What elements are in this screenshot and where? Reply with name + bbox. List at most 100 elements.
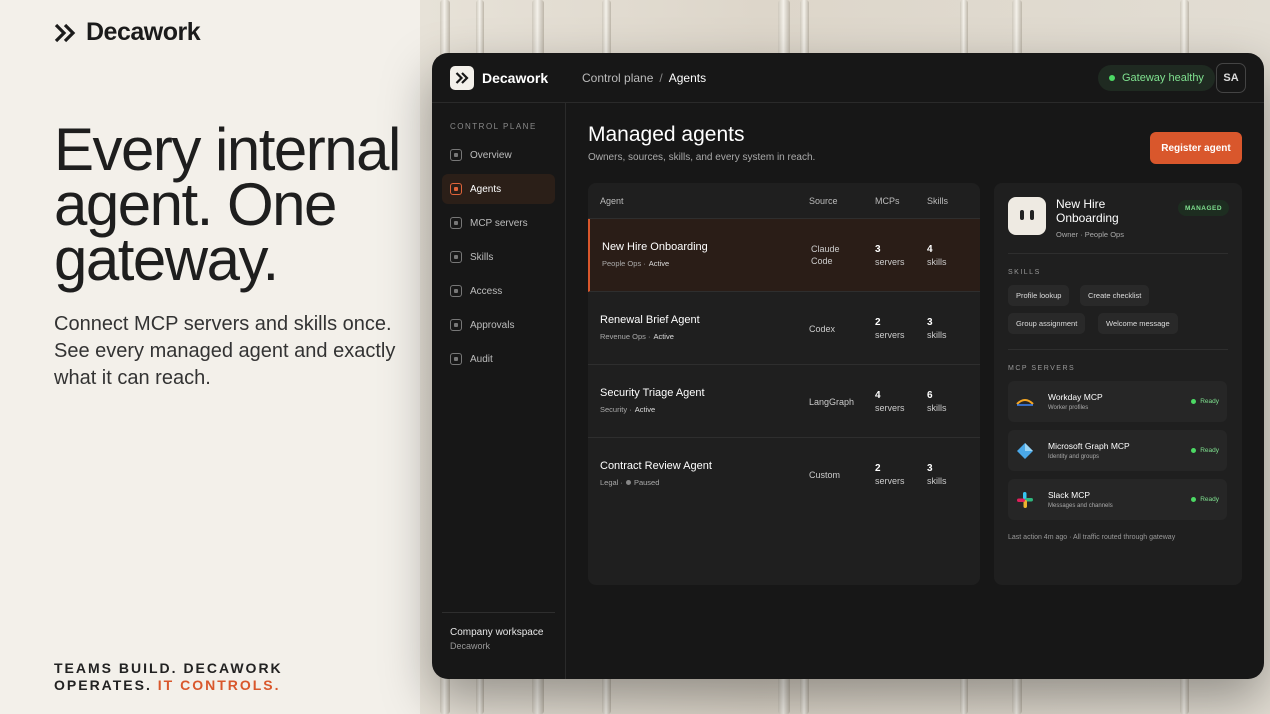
mcp-server-desc: Messages and channels [1048,503,1113,509]
detail-footer: Last action 4m ago · All traffic routed … [1008,534,1176,541]
agent-meta: People Ops · Active [602,259,669,268]
mcp-status-label: Ready [1200,398,1219,405]
status-dot-icon [1191,497,1197,502]
workspace-switcher[interactable]: Company workspace Decawork [442,612,555,651]
breadcrumb-root[interactable]: Control plane [582,71,653,85]
mcp-server-desc: Identity and groups [1048,454,1100,460]
sidebar-item-label: Overview [470,149,512,161]
managed-badge: MANAGED [1178,200,1230,216]
agent-team: Legal · [600,478,623,487]
agent-meta: Legal · Paused [600,478,659,487]
avatar-eye-icon [1030,210,1034,220]
sidebar-item-label: Approvals [470,319,515,331]
agent-mcps: 4 servers [875,389,905,415]
mcps-unit: servers [875,476,905,486]
sidebar-item-overview[interactable]: Overview [442,140,555,170]
breadcrumb-current: Agents [668,71,707,85]
status-dot-icon [1191,448,1197,453]
brand-logo[interactable]: Decawork [54,18,201,47]
mcp-server-item[interactable]: Slack MCP Messages and channels Ready [1008,479,1227,520]
skill-chip[interactable]: Create checklist [1080,285,1150,306]
agent-skills: 3 skills [927,316,947,342]
mcps-count: 4 [875,390,881,401]
agent-name: Security Triage Agent [600,387,705,399]
paused-dot-icon [625,480,631,485]
app-window: Decawork Control plane / Agents Gateway he… [432,53,1264,679]
agent-avatar [1008,197,1046,235]
agent-meta: Security · Active [600,405,655,414]
mcp-status-label: Ready [1200,447,1219,454]
column-header-mcps[interactable]: MCPs [875,196,900,206]
hero-headline: Every internal agent. One gateway. [54,116,401,293]
user-avatar[interactable]: SA [1216,63,1246,93]
app-logo[interactable] [450,66,474,90]
skills-count: 6 [927,390,933,401]
register-agent-button[interactable]: Register agent [1150,132,1242,164]
skills-unit: skills [927,330,947,340]
table-row[interactable]: Contract Review Agent Legal · Paused Cust… [588,438,980,511]
mcp-server-name: Slack MCP [1048,490,1091,500]
mcp-server-item[interactable]: Workday MCP Worker profiles Ready [1008,381,1227,422]
mcp-servers-icon [450,217,462,229]
agent-mcps: 2 servers [875,462,905,488]
detail-owner: Owner · People Ops [1056,230,1124,239]
sidebar-item-audit[interactable]: Audit [442,344,555,374]
table-row[interactable]: New Hire Onboarding People Ops · Active C… [588,219,980,292]
sidebar-section-label: CONTROL PLANE [450,122,537,131]
mcp-server-status: Ready [1191,447,1219,454]
agent-name: New Hire Onboarding [602,241,708,253]
audit-icon [450,353,462,365]
column-header-agent[interactable]: Agent [600,196,624,206]
hero-tagline: TEAMS BUILD. DECAWORK OPERATES. IT CONTR… [54,660,354,694]
app-name: Decawork [482,70,549,86]
skills-unit: skills [927,257,947,267]
column-header-source[interactable]: Source [809,196,838,206]
page-title: Managed agents [588,123,745,146]
sidebar-item-agents[interactable]: Agents [442,174,555,204]
skill-chip[interactable]: Group assignment [1008,313,1086,334]
sidebar-item-access[interactable]: Access [442,276,555,306]
agent-team: People Ops · [602,259,646,268]
mcp-server-status: Ready [1191,398,1219,405]
agent-source: Claude Code [811,244,840,266]
agent-team: Revenue Ops · [600,332,651,341]
agent-status: Active [648,259,670,268]
table-row[interactable]: Security Triage Agent Security · Active L… [588,365,980,438]
mcp-section-label: MCP SERVERS [1008,365,1076,372]
status-dot-icon [1109,75,1115,81]
agent-skills: 3 skills [927,462,947,488]
table-row[interactable]: Renewal Brief Agent Revenue Ops · Active … [588,292,980,365]
agent-source: LangGraph [809,397,855,407]
agent-team: Security · [600,405,632,414]
mcp-server-name: Workday MCP [1048,392,1103,402]
mcp-server-status: Ready [1191,496,1219,503]
sidebar-item-label: Agents [470,183,502,195]
gateway-status-badge[interactable]: Gateway healthy [1098,65,1215,91]
breadcrumb: Control plane / Agents [582,71,706,85]
divider [1008,253,1228,254]
sidebar-item-label: Skills [470,251,494,263]
mcps-unit: servers [875,257,905,267]
agent-name: Renewal Brief Agent [600,314,700,326]
agent-name: Contract Review Agent [600,460,712,472]
double-chevron-icon [455,72,469,84]
sidebar-item-skills[interactable]: Skills [442,242,555,272]
slack-icon [1017,492,1033,508]
mcp-server-desc: Worker profiles [1048,405,1089,411]
mcp-server-item[interactable]: Microsoft Graph MCP Identity and groups … [1008,430,1227,471]
skills-count: 3 [927,317,933,328]
access-icon [450,285,462,297]
sidebar-item-mcp-servers[interactable]: MCP servers [442,208,555,238]
agents-table: Agent Source MCPs Skills New Hire Onboar… [588,183,980,585]
mcps-count: 3 [875,244,881,255]
agent-skills: 6 skills [927,389,947,415]
skill-chip[interactable]: Welcome message [1098,313,1178,334]
column-header-skills[interactable]: Skills [927,196,948,206]
sidebar-item-approvals[interactable]: Approvals [442,310,555,340]
mcps-count: 2 [875,463,881,474]
approvals-icon [450,319,462,331]
skills-count: 4 [927,244,933,255]
divider [1008,349,1228,350]
double-chevron-icon [54,23,76,42]
skill-chip[interactable]: Profile lookup [1008,285,1070,306]
